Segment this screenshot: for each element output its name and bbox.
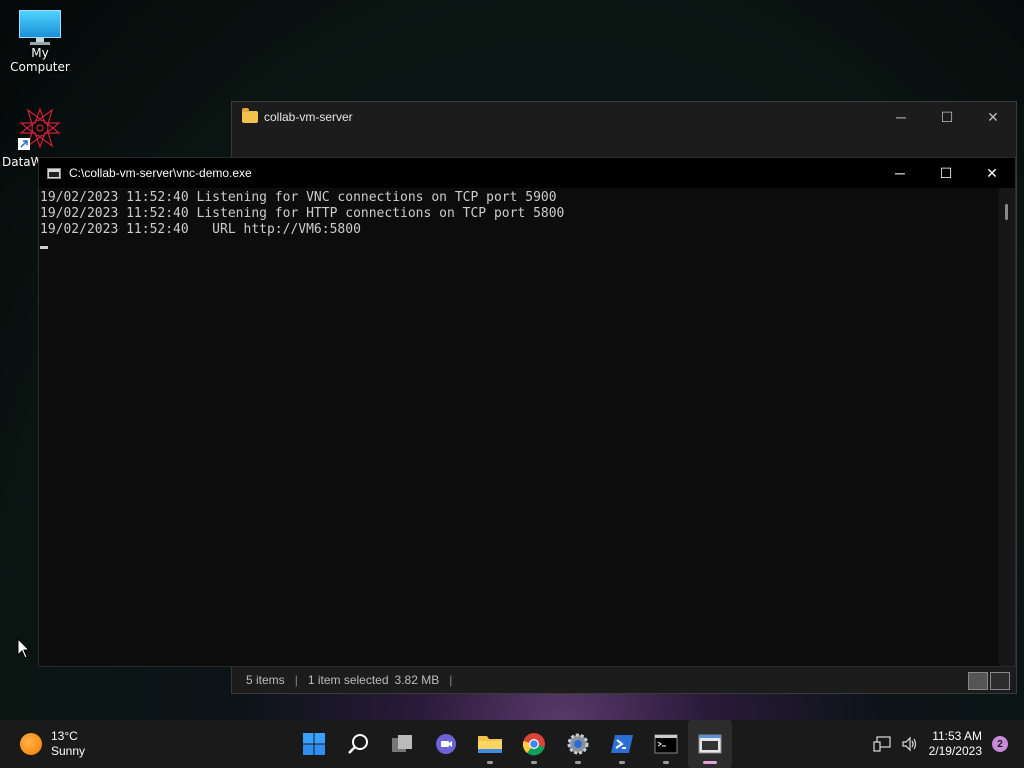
console-window[interactable]: C:\collab-vm-server\vnc-demo.exe ─ ☐ ✕ 1… (38, 157, 1016, 667)
search-button[interactable] (336, 720, 380, 768)
weather-temp: 13°C (51, 729, 78, 743)
chrome-taskbar-button[interactable] (512, 720, 556, 768)
taskbar: 13°C Sunny 11:53 AM 2/19/2023 2 (0, 720, 1024, 768)
console-titlebar[interactable]: C:\collab-vm-server\vnc-demo.exe ─ ☐ ✕ (39, 158, 1015, 188)
console-line: 19/02/2023 11:52:40 Listening for VNC co… (40, 190, 557, 205)
minimize-button[interactable]: ─ (878, 102, 924, 132)
starburst-app-icon (18, 107, 61, 150)
notification-badge[interactable]: 2 (992, 736, 1008, 752)
minimize-button[interactable]: ─ (877, 158, 923, 188)
settings-icon (567, 733, 589, 755)
volume-icon[interactable] (901, 736, 919, 752)
vnc-demo-taskbar-button[interactable] (688, 720, 732, 768)
clock-time: 11:53 AM (932, 729, 982, 743)
maximize-button[interactable]: ☐ (924, 102, 970, 132)
network-icon[interactable] (873, 736, 891, 752)
desktop-icon-label: My Computer (10, 46, 70, 74)
sun-icon (20, 733, 42, 755)
file-explorer-taskbar-button[interactable] (468, 720, 512, 768)
console-title: C:\collab-vm-server\vnc-demo.exe (69, 166, 252, 180)
start-button[interactable] (292, 720, 336, 768)
explorer-statusbar: 5 items | 1 item selected 3.82 MB | (246, 673, 453, 687)
console-scrollbar[interactable] (999, 188, 1015, 666)
maximize-button[interactable]: ☐ (923, 158, 969, 188)
details-view-button[interactable] (968, 672, 988, 690)
clock-date: 2/19/2023 (928, 744, 982, 758)
explorer-title: collab-vm-server (264, 110, 353, 124)
console-output[interactable]: 19/02/2023 11:52:40 Listening for VNC co… (40, 188, 997, 666)
file-explorer-icon (478, 736, 502, 753)
console-line: 19/02/2023 11:52:40 Listening for HTTP c… (40, 206, 565, 221)
terminal-icon (654, 734, 678, 754)
console-app-icon (47, 167, 61, 179)
close-button[interactable]: ✕ (970, 102, 1016, 132)
task-view-icon (392, 735, 412, 752)
task-view-button[interactable] (380, 720, 424, 768)
close-button[interactable]: ✕ (969, 158, 1015, 188)
weather-condition: Sunny (51, 744, 86, 758)
teams-chat-icon (436, 734, 456, 754)
system-tray: 11:53 AM 2/19/2023 2 (873, 720, 1008, 768)
clock[interactable]: 11:53 AM 2/19/2023 (929, 729, 982, 759)
desktop-icon-my-computer[interactable]: My Computer (0, 10, 80, 74)
weather-widget[interactable]: 13°C Sunny (20, 729, 85, 759)
scrollbar-thumb[interactable] (1005, 204, 1008, 220)
console-line: 19/02/2023 11:52:40 URL http://VM6:5800 (40, 222, 361, 237)
selection-info: 1 item selected (307, 673, 389, 687)
taskbar-apps (292, 720, 732, 768)
computer-icon (19, 10, 61, 45)
large-icons-view-button[interactable] (990, 672, 1010, 690)
powershell-icon (611, 735, 633, 753)
chrome-icon (522, 733, 545, 756)
text-cursor (40, 246, 48, 249)
vnc-demo-icon (698, 734, 722, 754)
powershell-taskbar-button[interactable] (600, 720, 644, 768)
start-icon (303, 733, 325, 755)
settings-taskbar-button[interactable] (556, 720, 600, 768)
explorer-titlebar[interactable]: collab-vm-server ─ ☐ ✕ (232, 102, 1016, 132)
search-icon (348, 734, 368, 754)
item-count: 5 items (246, 673, 285, 687)
chat-button[interactable] (424, 720, 468, 768)
mouse-pointer-icon (17, 638, 31, 659)
folder-icon (242, 108, 258, 123)
selection-size: 3.82 MB (394, 673, 440, 687)
terminal-taskbar-button[interactable] (644, 720, 688, 768)
